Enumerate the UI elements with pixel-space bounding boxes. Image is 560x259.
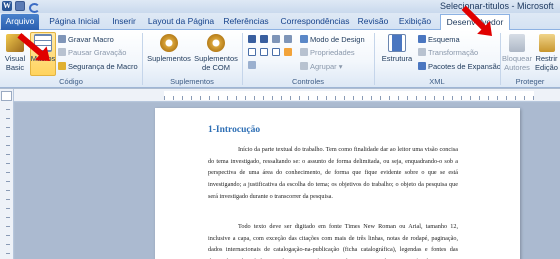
esquema-label: Esquema [428,35,460,44]
bloquear-label-line2: Autores [504,63,530,72]
suplementos-label: Suplementos [147,54,191,63]
restrict-editing-icon [538,34,555,52]
esquema-button[interactable]: Esquema [418,35,460,44]
group-label-xml: XML [429,77,445,86]
document-page[interactable]: 1-Introcução Início da parte textual do … [155,108,520,259]
gear-icon [160,34,178,52]
tab-inserir[interactable]: Inserir [108,14,140,30]
warning-icon [58,62,66,70]
save-icon[interactable] [15,1,25,11]
agrupar-button[interactable]: Agrupar ▾ [300,62,343,71]
seguranca-macro-button[interactable]: Segurança de Macro [58,62,138,71]
modo-design-button[interactable]: Modo de Design [300,35,365,44]
modo-design-label: Modo de Design [310,35,365,44]
pausar-gravacao-label: Pausar Gravação [68,48,127,57]
propriedades-button[interactable]: Propriedades [300,48,355,57]
pacotes-expansao-button[interactable]: Pacotes de Expansão [418,62,501,71]
picture-control-icon[interactable] [272,35,280,43]
checkbox-control-icon[interactable] [248,48,256,56]
ribbon-desenvolvedor: Visual Basic Macros Gravar Macro Pausar … [0,30,560,88]
tab-exibicao[interactable]: Exibição [396,14,434,30]
text-control-icon[interactable] [248,35,256,43]
group-label-proteger: Proteger [515,77,545,86]
gravar-macro-label: Gravar Macro [68,35,114,44]
tab-revisao[interactable]: Revisão [357,14,389,30]
expansion-pack-icon [418,62,426,70]
gear-com-icon [207,34,225,52]
group-label-controles: Controles [291,77,325,86]
suplementos-com-label-line1: Suplementos [194,54,238,63]
design-mode-icon [300,35,308,43]
restringir-label-line2: Edição [535,63,558,72]
bloquear-autores-button[interactable]: Bloquear Autores [502,34,532,72]
vertical-ruler[interactable] [0,89,14,259]
combobox-control-icon[interactable] [260,48,268,56]
properties-icon [300,48,308,56]
gravar-macro-button[interactable]: Gravar Macro [58,35,114,44]
tab-pagina-inicial[interactable]: Página Inicial [42,14,107,30]
visual-basic-label-line2: Basic [5,63,25,72]
group-icon [300,62,308,70]
schema-icon [418,35,426,43]
group-label-codigo: Código [59,77,83,86]
pause-icon [58,48,66,56]
quick-access-toolbar: W [2,1,40,13]
transformacao-label: Transformação [428,48,479,57]
tab-referencias[interactable]: Referências [220,14,272,30]
suplementos-button[interactable]: Suplementos [146,34,192,63]
controls-gallery [248,35,298,73]
tab-correspondencias[interactable]: Correspondências [276,14,354,30]
dropdown-control-icon[interactable] [272,48,280,56]
record-macro-icon [58,35,66,43]
pausar-gravacao-button[interactable]: Pausar Gravação [58,48,126,57]
lock-authors-icon [509,34,525,52]
tab-arquivo[interactable]: Arquivo [1,14,39,30]
window-title: Selecionar-titulos - Microsoft [440,1,554,11]
tab-layout-pagina[interactable]: Layout da Página [144,14,218,30]
group-label-suplementos: Suplementos [170,77,214,86]
propriedades-label: Propriedades [310,48,355,57]
structure-icon [388,34,406,52]
estrutura-button[interactable]: Estrutura [377,34,417,63]
bloquear-label-line1: Bloquear [502,54,533,63]
legacy-tools-icon[interactable] [248,61,256,69]
suplementos-com-label-line2: de COM [202,63,230,72]
tab-selector[interactable] [1,91,12,101]
building-block-control-icon[interactable] [284,35,292,43]
undo-icon[interactable] [28,1,40,13]
estrutura-label: Estrutura [381,54,413,63]
plain-text-control-icon[interactable] [260,35,268,43]
restringir-label-line1: Restrir [535,54,558,63]
chevron-down-icon: ▾ [338,62,343,71]
date-control-icon[interactable] [284,48,292,56]
document-paragraph-2: Todo texto deve ser digitado em fonte Ti… [208,223,458,259]
transform-icon [418,48,426,56]
word-app-icon[interactable]: W [2,1,12,11]
pacotes-expansao-label: Pacotes de Expansão [428,62,501,71]
transformacao-button[interactable]: Transformação [418,48,478,57]
horizontal-ruler[interactable] [14,89,560,102]
seguranca-macro-label: Segurança de Macro [68,62,138,71]
visual-basic-label-line1: Visual [4,54,26,63]
document-heading: 1-Introcução [208,125,261,135]
agrupar-label: Agrupar [310,62,337,71]
document-paragraph-1: Início da parte textual do trabalho. Tem… [208,146,458,200]
restringir-edicao-button[interactable]: Restrir Edição [533,34,560,72]
suplementos-com-button[interactable]: Suplementos de COM [194,34,238,72]
